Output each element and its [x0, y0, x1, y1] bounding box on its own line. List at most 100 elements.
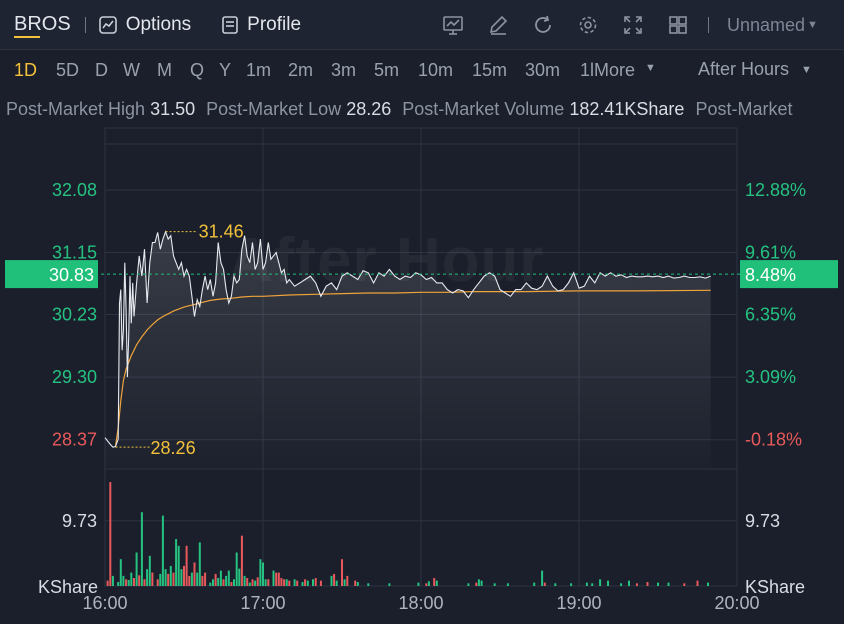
volume-bar [217, 578, 220, 586]
volume-bar [254, 580, 257, 586]
volume-bar [227, 570, 230, 586]
volume-bar [259, 559, 262, 586]
volume-bar [341, 559, 343, 586]
x-tick-label: 19:00 [556, 593, 601, 613]
volume-bar [190, 572, 193, 586]
volume-bar [212, 579, 214, 586]
volume-left-tick-label: 9.73 [62, 511, 97, 531]
volume-bar [319, 580, 322, 586]
y-left-tick-label: 32.08 [52, 180, 97, 200]
volume-bar [214, 573, 217, 586]
price-chart[interactable]: 31.4628.2632.08 12.88%31.15 9.61%30.23 6.35… [0, 0, 844, 624]
volume-bar [599, 579, 602, 586]
y-right-tick-label: 12.88% [745, 180, 806, 200]
y-left-tick-label: 29.30 [52, 367, 97, 387]
volume-bar [267, 579, 270, 586]
volume-bar [177, 545, 180, 586]
volume-bar [628, 580, 630, 586]
volume-bar [164, 569, 167, 586]
volume-bar [127, 580, 130, 586]
volume-bar [570, 583, 573, 586]
volume-bar [467, 583, 470, 586]
volume-bar [435, 580, 438, 586]
volume-bar [506, 583, 509, 586]
volume-bar [554, 583, 557, 586]
volume-bar [304, 579, 307, 586]
volume-bar [335, 580, 338, 586]
volume-bar [277, 572, 280, 586]
volume-bar [135, 552, 138, 586]
volume-bar [146, 569, 149, 586]
watermark-text: After Hour [228, 225, 545, 296]
volume-bar [477, 579, 480, 586]
volume-bar [240, 535, 243, 586]
volume-bar [125, 579, 128, 586]
volume-bar [175, 539, 178, 586]
x-tick-label: 16:00 [82, 593, 127, 613]
y-right-tick-label: 6.35% [745, 304, 796, 324]
volume-bar [251, 579, 254, 586]
volume-bar [183, 565, 185, 586]
volume-bar [196, 572, 199, 586]
volume-bar [354, 580, 357, 586]
volume-bar [256, 577, 259, 586]
volume-bar [356, 582, 359, 586]
volume-bar [169, 565, 172, 586]
volume-bar [657, 582, 659, 586]
volume-bar [493, 583, 496, 586]
volume-bar [275, 572, 278, 586]
volume-bar [293, 579, 296, 586]
volume-bar [117, 582, 120, 586]
volume-bar [246, 578, 249, 586]
volume-bar [312, 579, 314, 586]
volume-bar [333, 573, 336, 586]
volume-bar [330, 575, 333, 586]
volume-bar [707, 582, 709, 586]
y-left-tick-label: 28.37 [52, 430, 97, 450]
y-right-tick-label: 3.09% [745, 367, 796, 387]
volume-bar [238, 568, 241, 586]
volume-bar [143, 579, 146, 586]
volume-bar [122, 575, 125, 586]
volume-bar [480, 580, 483, 586]
volume-bar [541, 570, 544, 586]
volume-bar [283, 579, 286, 586]
volume-bar [130, 572, 133, 586]
volume-bar [193, 562, 196, 586]
current-price-label: 30.83 [49, 265, 94, 285]
volume-bar [646, 582, 649, 586]
low-marker-label: 28.26 [151, 438, 196, 458]
volume-bar [346, 575, 349, 586]
volume-bar [543, 582, 546, 586]
current-pct-label: 8.48% [745, 265, 796, 285]
volume-bar [475, 582, 478, 586]
volume-bar [235, 552, 238, 586]
volume-bar [591, 583, 594, 586]
volume-bar [696, 580, 699, 586]
volume-bar [138, 575, 141, 586]
volume-bar [388, 583, 391, 586]
volume-bar [272, 570, 275, 586]
volume-bar [230, 582, 233, 586]
volume-bar [683, 583, 686, 586]
volume-bar [148, 555, 151, 586]
x-tick-label: 18:00 [398, 593, 443, 613]
volume-bar [111, 575, 114, 586]
volume-bar [620, 583, 623, 586]
volume-bar [667, 582, 670, 586]
y-left-tick-label: 31.15 [52, 243, 97, 263]
volume-bar [233, 579, 235, 586]
volume-bar [119, 559, 122, 586]
volume-bar [248, 582, 251, 586]
volume-bar [106, 580, 109, 586]
volume-bar [427, 581, 430, 586]
volume-bar [280, 578, 283, 586]
volume-bar [533, 582, 536, 586]
volume-bar [225, 575, 228, 586]
volume-bar [433, 578, 436, 586]
volume-bar [243, 575, 246, 586]
volume-bar [188, 575, 191, 586]
y-left-tick-label: 30.23 [52, 304, 97, 324]
volume-right-tick-label: 9.73 [745, 511, 780, 531]
volume-bar [109, 482, 112, 586]
